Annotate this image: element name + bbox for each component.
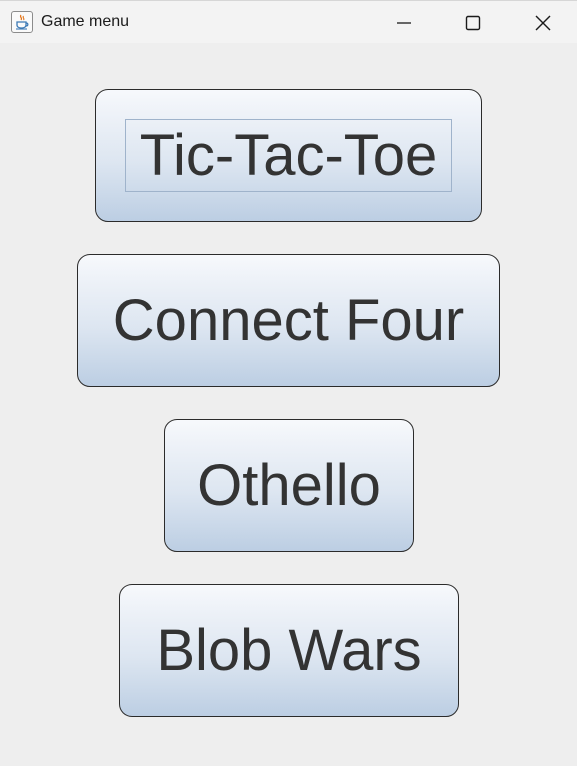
- blob-wars-button[interactable]: Blob Wars: [119, 584, 461, 720]
- connect-four-label: Connect Four: [112, 288, 465, 353]
- tic-tac-toe-label: Tic-Tac-Toe: [139, 123, 438, 188]
- title-bar[interactable]: Game menu: [0, 0, 577, 43]
- close-icon: [535, 15, 551, 30]
- minimize-icon: [397, 21, 411, 24]
- tic-tac-toe-button[interactable]: Tic-Tac-Toe: [95, 89, 484, 225]
- blob-wars-label: Blob Wars: [156, 618, 422, 683]
- othello-button[interactable]: Othello: [164, 419, 416, 555]
- maximize-icon: [465, 15, 481, 30]
- connect-four-button[interactable]: Connect Four: [77, 254, 502, 390]
- java-coffee-cup-icon[interactable]: [11, 11, 33, 33]
- minimize-button[interactable]: [374, 1, 434, 44]
- othello-label: Othello: [197, 453, 381, 518]
- window-title: Game menu: [41, 13, 130, 30]
- maximize-button[interactable]: [443, 1, 503, 44]
- game-menu-window: Game menu Tic-Tac-Toe Connect Four Othel…: [0, 0, 577, 766]
- close-button[interactable]: [513, 1, 573, 44]
